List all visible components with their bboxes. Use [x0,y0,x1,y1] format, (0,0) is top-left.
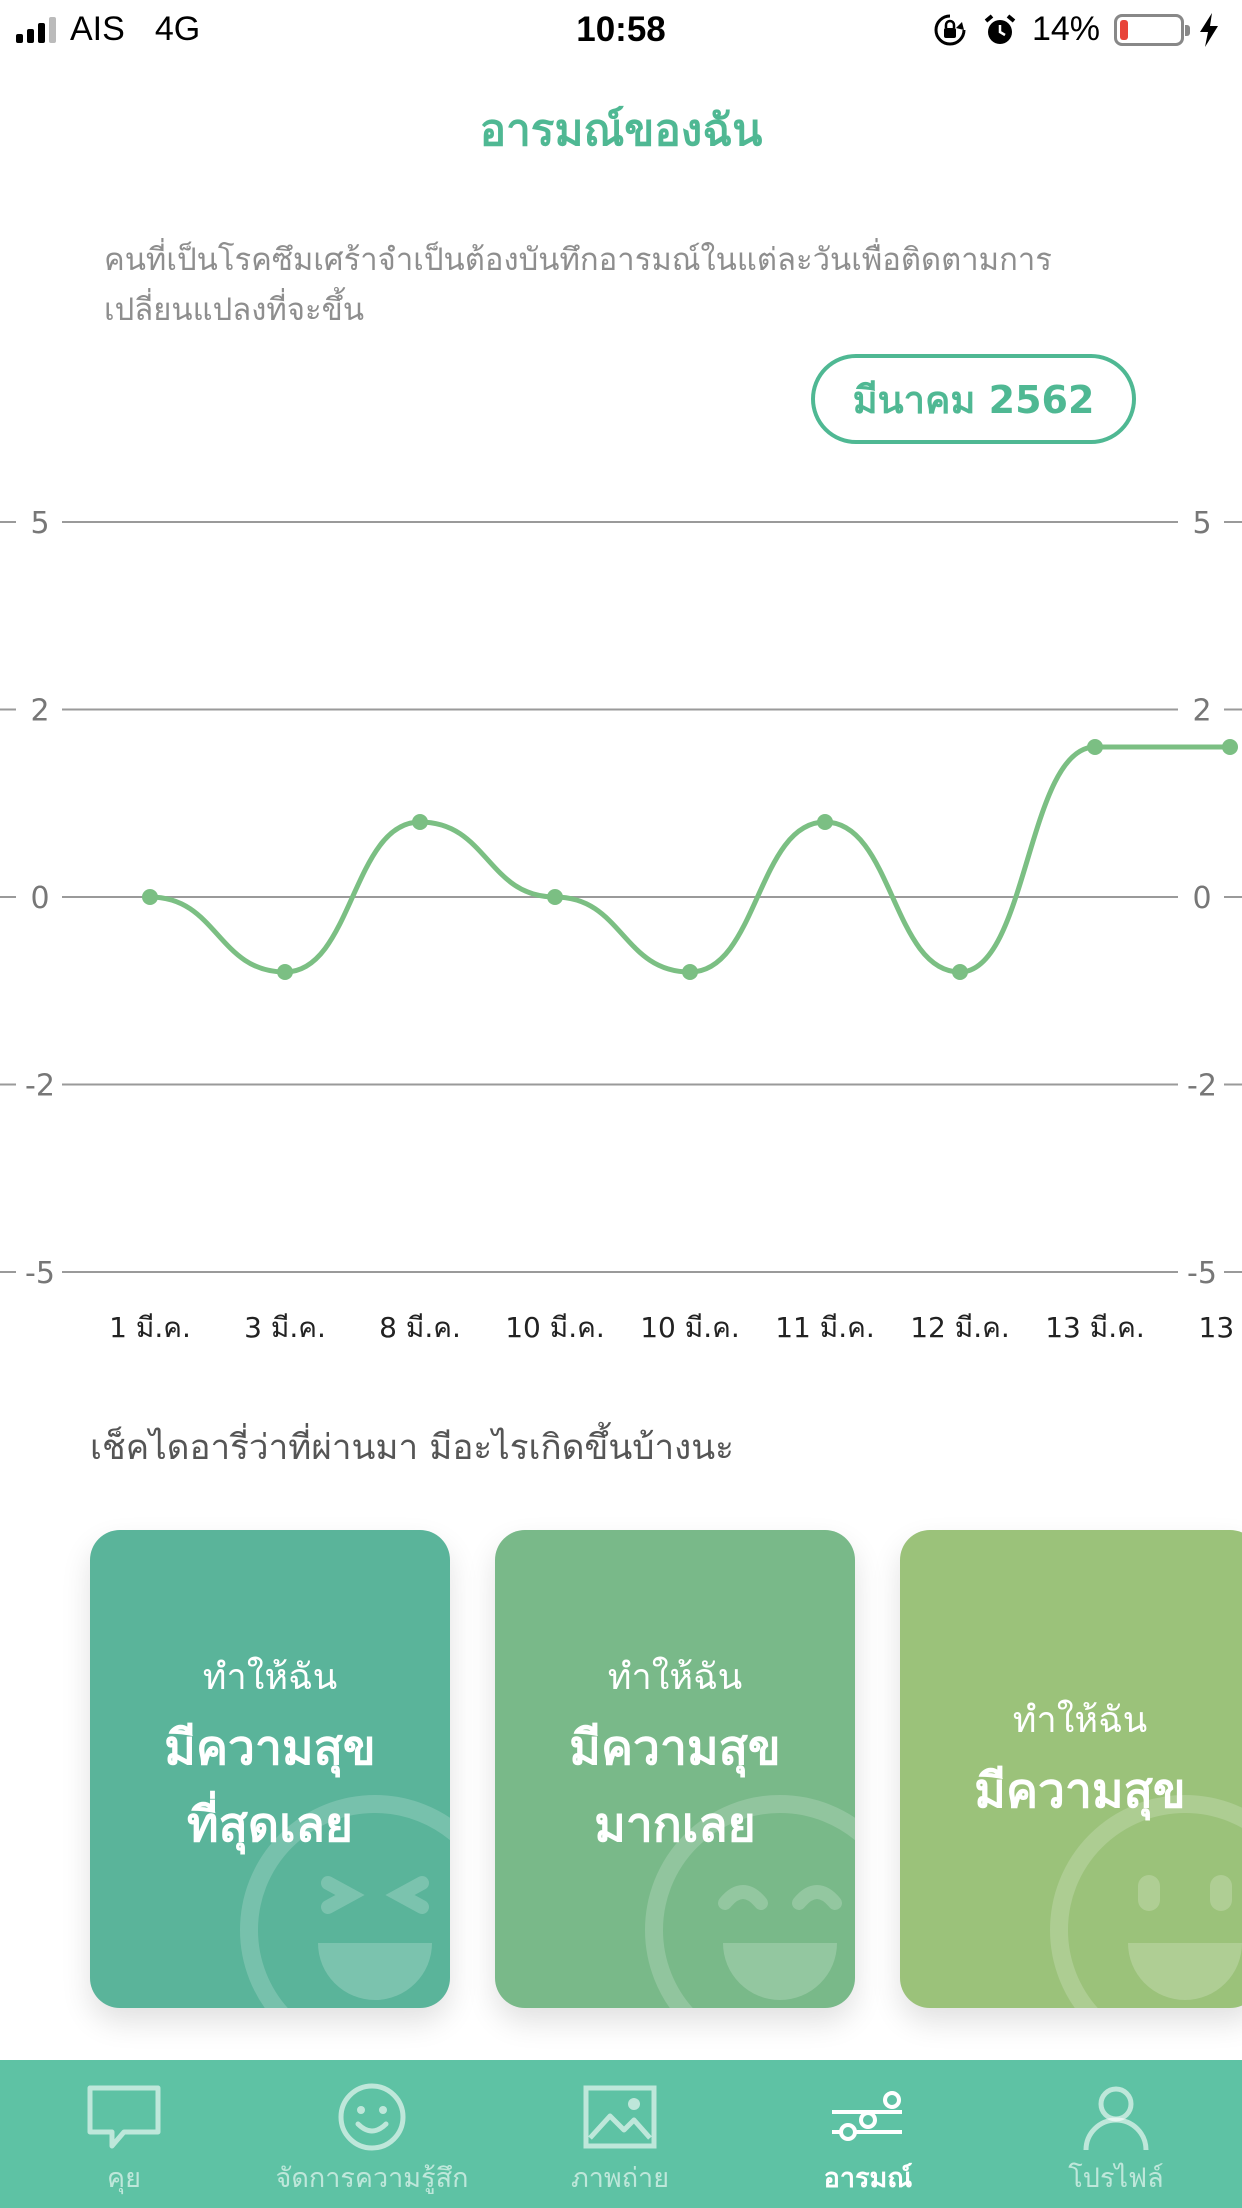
mood-data-point[interactable] [682,964,698,980]
tab-photos[interactable]: ภาพถ่าย [496,2060,744,2208]
y-tick-label: -5 [25,1256,55,1291]
page-description: คนที่เป็นโรคซึมเศร้าจำเป็นต้องบันทึกอารม… [104,242,1052,328]
y-tick-label: 2 [30,694,49,729]
bottom-tab-bar: คุย จัดการความรู้สึก ภาพถ่าย อารมณ์ โปรไ… [0,2060,1242,2208]
x-tick-label: 13 มี.ค. [1045,1311,1145,1344]
y-tick-label: -2 [1187,1069,1217,1104]
card-prefix: ทำให้ฉัน [1012,1700,1148,1741]
tab-label: คุย [107,2163,141,2194]
alarm-icon [984,13,1016,44]
card-title-line1: มีความสุข [569,1720,781,1776]
mood-data-point[interactable] [1087,739,1103,755]
mood-data-point[interactable] [817,814,833,830]
y-tick-label: 5 [1192,506,1211,541]
mood-data-point[interactable] [412,814,428,830]
mood-graph-icon [832,2091,902,2141]
tab-profile[interactable]: โปรไฟล์ [992,2060,1240,2208]
x-tick-label: 11 มี.ค. [775,1311,875,1344]
mood-data-point[interactable] [142,889,158,905]
status-bar: AIS 4G 10:58 14% [0,0,1242,62]
tab-manage-feelings[interactable]: จัดการความรู้สึก [248,2060,496,2208]
card-title-line1: มีความสุข [164,1720,376,1776]
orientation-lock-icon [934,14,966,45]
tab-label: ภาพถ่าย [570,2163,670,2194]
card-prefix: ทำให้ฉัน [607,1657,743,1698]
y-tick-label: 0 [1192,881,1211,916]
diary-heading: เช็คไดอารี่ว่าที่ผ่านมา มีอะไรเกิดขึ้นบ้… [90,1428,734,1468]
tab-label: โปรไฟล์ [1068,2163,1164,2194]
x-tick-label: 10 มี.ค. [640,1311,740,1344]
mood-data-point[interactable] [277,964,293,980]
x-tick-label: 3 มี.ค. [244,1311,326,1344]
mood-card-very-happy[interactable]: ทำให้ฉัน มีความสุข มากเลย [495,1530,855,2008]
y-tick-label: 5 [30,506,49,541]
card-title-line2: มากเลย [594,1797,756,1853]
card-title-line2: ที่สุดเลย [186,1797,354,1853]
smiley-icon [338,2083,406,2151]
tab-label: จัดการความรู้สึก [275,2163,469,2194]
mood-data-point[interactable] [1222,739,1238,755]
mood-data-point[interactable] [952,964,968,980]
x-tick-label: 13 มี [1199,1311,1242,1344]
status-right: 14% [932,10,1220,49]
x-tick-label: 8 มี.ค. [379,1311,461,1344]
card-prefix: ทำให้ฉัน [202,1657,338,1698]
card-title-line1: มีความสุข [974,1763,1186,1819]
mood-line-chart: 5 5 2 2 0 0 -2 -2 -5 -5 1 มี.ค. 3 มี.ค. 8 มี.ค. 10 มี… [0,506,1242,1344]
y-tick-label: 0 [30,881,49,916]
card-text: ทำให้ฉัน มีความสุข ที่สุดเลย [90,1650,450,1860]
battery-icon [1114,13,1190,46]
charging-bolt-icon [1200,12,1218,47]
card-text: ทำให้ฉัน มีความสุข [900,1693,1242,1833]
page-title: อารมณ์ของฉัน [479,105,763,156]
tab-label: อารมณ์ [823,2163,913,2194]
mood-series-line [149,744,1230,975]
month-selector-button[interactable]: มีนาคม 2562 [811,354,1136,444]
mood-data-point[interactable] [547,889,563,905]
image-icon [583,2085,657,2149]
mood-card-happiest[interactable]: ทำให้ฉัน มีความสุข ที่สุดเลย [90,1530,450,2008]
card-text: ทำให้ฉัน มีความสุข มากเลย [495,1650,855,1860]
battery-percentage: 14% [1031,10,1100,48]
y-tick-label: 2 [1192,694,1211,729]
tab-mood[interactable]: อารมณ์ [744,2060,992,2208]
y-tick-label: -5 [1187,1256,1217,1291]
mood-card-happy[interactable]: ทำให้ฉัน มีความสุข [900,1530,1242,2008]
x-tick-label: 10 มี.ค. [505,1311,605,1344]
tab-chat[interactable]: คุย [0,2060,248,2208]
chat-bubble-icon [87,2085,161,2149]
y-tick-label: -2 [25,1069,55,1104]
battery-fill [1120,19,1129,40]
person-icon [1083,2086,1149,2151]
x-tick-label: 12 มี.ค. [910,1311,1010,1344]
x-tick-label: 1 มี.ค. [109,1311,191,1344]
